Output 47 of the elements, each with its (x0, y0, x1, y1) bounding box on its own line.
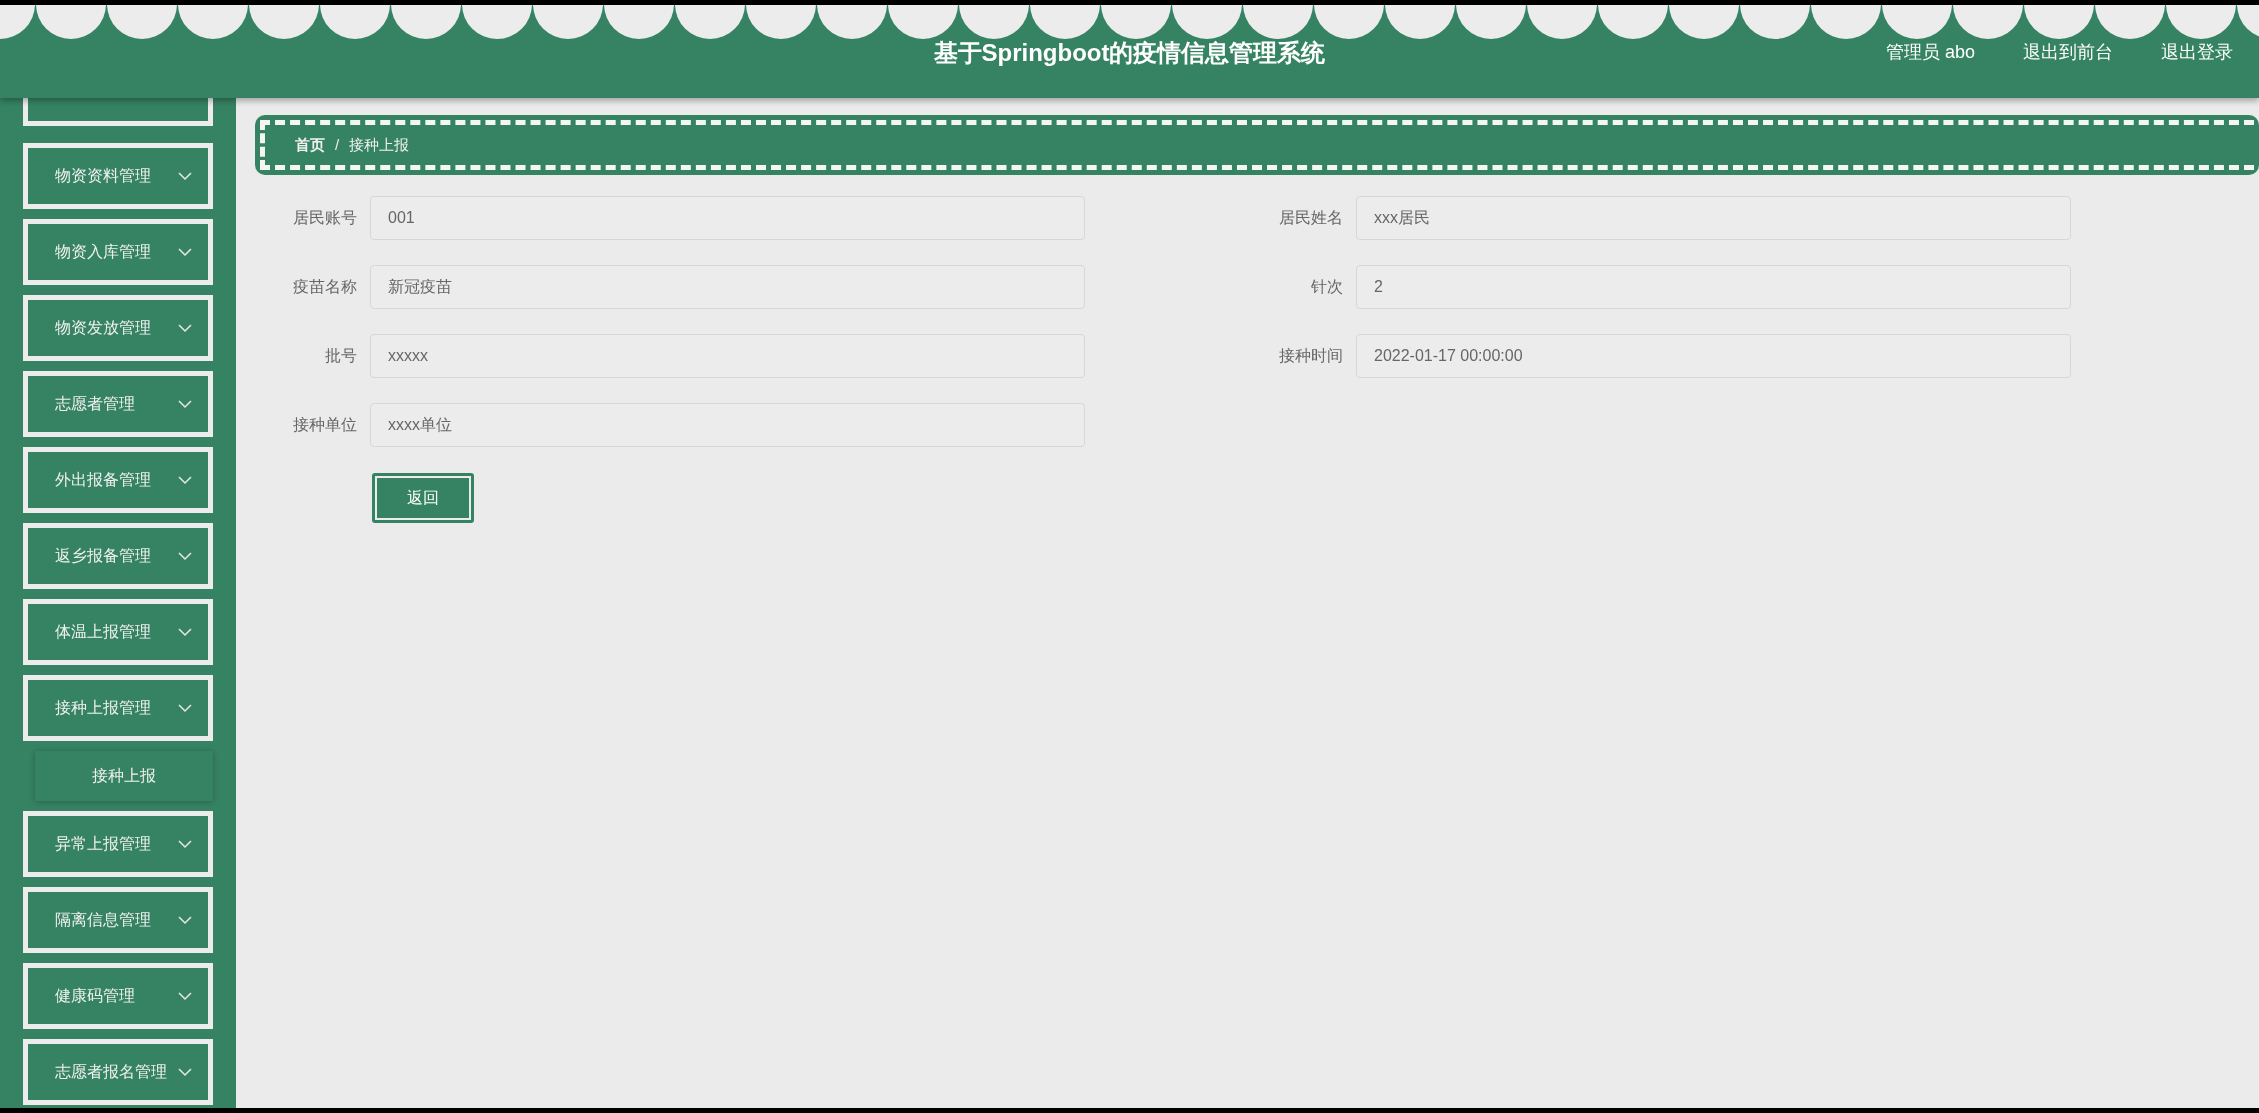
sidebar-menu-item[interactable]: 志愿者管理 (23, 371, 213, 437)
readonly-input-field[interactable]: xxxx单位 (370, 403, 1085, 447)
sidebar-menu-item[interactable]: 物资入库管理 (23, 219, 213, 285)
chevron-down-icon (178, 171, 192, 181)
readonly-input-field[interactable]: xxx居民 (1356, 196, 2071, 240)
field-label: 居民姓名 (1278, 208, 1343, 228)
field-label: 居民账号 (292, 208, 357, 228)
header-link[interactable]: 退出登录 (2161, 39, 2233, 66)
chevron-down-icon (178, 839, 192, 849)
chevron-down-icon (178, 703, 192, 713)
sidebar-menu-item[interactable]: 外出报备管理 (23, 447, 213, 513)
sidebar-menu-item[interactable]: 物资资料管理 (23, 143, 213, 209)
field-label: 疫苗名称 (292, 277, 357, 297)
field-label: 批号 (324, 346, 357, 366)
sidebar-menu-item[interactable]: 体温上报管理 (23, 599, 213, 665)
sidebar-menu-item[interactable]: 隔离信息管理 (23, 887, 213, 953)
sidebar-menu-item[interactable]: 健康码管理 (23, 963, 213, 1029)
chevron-down-icon (178, 991, 192, 1001)
chevron-down-icon (178, 247, 192, 257)
field-label: 接种时间 (1278, 346, 1343, 366)
admin-username: 管理员 abo (1885, 41, 1975, 64)
chevron-down-icon (178, 627, 192, 637)
chevron-down-icon (178, 1067, 192, 1077)
chevron-down-icon (178, 551, 192, 561)
chevron-down-icon (178, 323, 192, 333)
sidebar-menu-item[interactable]: 异常上报管理 (23, 811, 213, 877)
back-button[interactable]: 返回 (372, 473, 474, 523)
header-link[interactable]: 退出到前台 (2023, 39, 2113, 66)
readonly-input-field[interactable]: xxxxx (370, 334, 1085, 378)
sidebar-menu-item[interactable]: 志愿者报名管理 (23, 1039, 213, 1105)
field-label: 针次 (1310, 277, 1343, 297)
breadcrumb-separator: / (335, 134, 340, 155)
sidebar-menu-item[interactable]: 接种上报管理 (23, 675, 213, 741)
breadcrumb-link[interactable]: 首页 (295, 133, 325, 157)
sidebar-menu-item[interactable]: 物资发放管理 (23, 295, 213, 361)
chevron-down-icon (178, 399, 192, 409)
readonly-input-field[interactable]: 新冠疫苗 (370, 265, 1085, 309)
sidebar-menu-item[interactable]: 返乡报备管理 (23, 523, 213, 589)
chevron-down-icon (178, 915, 192, 925)
readonly-input-field[interactable]: 2 (1356, 265, 2071, 309)
readonly-input-field[interactable]: 2022-01-17 00:00:00 (1356, 334, 2071, 378)
chevron-down-icon (178, 475, 192, 485)
readonly-input-field[interactable]: 001 (370, 196, 1085, 240)
sidebar-submenu-item[interactable]: 接种上报 (35, 751, 213, 801)
app-title: 基于Springboot的疫情信息管理系统 (933, 38, 1326, 68)
field-label: 接种单位 (292, 415, 357, 435)
breadcrumb-link[interactable]: 接种上报 (349, 133, 410, 157)
